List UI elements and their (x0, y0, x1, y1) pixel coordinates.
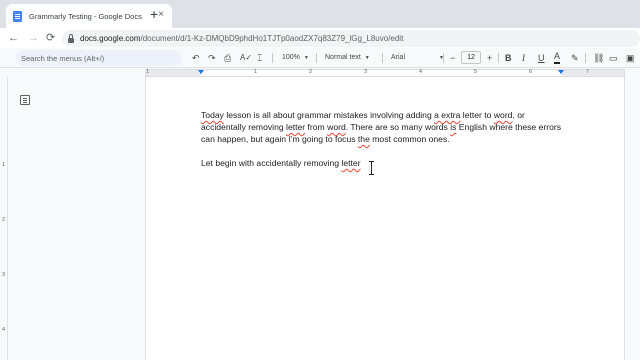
ruler-number: 2 (309, 69, 313, 75)
search-menus-placeholder: Search the menus (Alt+/) (21, 53, 105, 63)
toolbar-divider (585, 53, 586, 63)
chevron-down-icon: ▼ (364, 55, 370, 61)
paragraph-1[interactable]: Today lesson is all about grammar mistak… (201, 109, 571, 145)
text-cursor-icon (369, 161, 374, 175)
toolbar-divider (443, 53, 444, 63)
text-run: Let begin with accidentally removing (201, 158, 342, 168)
tab-title: Grammarly Testing - Google Docs (29, 11, 142, 21)
ruler-number: 3 (364, 69, 368, 75)
spelling-error-text[interactable]: word (327, 122, 346, 132)
text-run: from (305, 122, 328, 132)
text-run: lesson is all about grammar mistakes inv… (223, 110, 435, 120)
font-select[interactable]: Arial ▼ (391, 51, 444, 65)
font-size-input[interactable]: 12 (461, 51, 481, 64)
ruler-right-margin (561, 70, 624, 76)
increase-font-size-button[interactable]: + (487, 51, 492, 65)
ruler-number: 7 (586, 69, 590, 75)
url-path: /document/d/1-Kz-DMQbD9phdHo1TJTp0aodZX7… (140, 34, 404, 43)
zoom-select[interactable]: 100% ▼ (282, 51, 309, 65)
insert-image-icon[interactable]: ▣ (626, 51, 635, 65)
spelling-error-text[interactable]: the (358, 134, 370, 144)
ruler-number: 5 (474, 69, 478, 75)
zoom-value: 100% (282, 54, 300, 61)
toolbar-divider (316, 53, 317, 63)
paragraph-2[interactable]: Let begin with accidentally removing let… (201, 157, 571, 169)
style-select[interactable]: Normal text ▼ (325, 51, 370, 65)
horizontal-ruler[interactable]: 1 1 2 3 4 5 6 7 (145, 69, 625, 77)
print-icon[interactable]: ⎙ (224, 51, 231, 65)
add-comment-icon[interactable]: ▭ (609, 51, 618, 65)
undo-icon[interactable]: ↶ (192, 51, 200, 65)
ruler-number: 3 (2, 272, 6, 278)
underline-button[interactable]: U (538, 51, 545, 65)
close-icon[interactable]: × (158, 10, 164, 20)
left-indent-marker[interactable] (198, 70, 204, 74)
ruler-number: 4 (419, 69, 423, 75)
spelling-error-text[interactable]: letter (341, 158, 360, 168)
font-value: Arial (391, 54, 406, 61)
browser-navbar: ← → ⟳ docs.google.com/document/d/1-Kz-DM… (0, 28, 640, 48)
tab-strip: Grammarly Testing - Google Docs × + (0, 0, 640, 28)
forward-button[interactable]: → (28, 31, 39, 45)
right-indent-marker[interactable] (558, 70, 564, 74)
document-outline-icon[interactable] (20, 95, 30, 105)
bold-button[interactable]: B (505, 51, 512, 65)
decrease-font-size-button[interactable]: − (450, 51, 455, 65)
google-docs-icon (13, 10, 22, 22)
url-host: docs.google.com (80, 34, 141, 43)
toolbar-divider (498, 53, 499, 63)
insert-link-icon[interactable]: ⛓ (593, 51, 604, 65)
ruler-left-margin (146, 70, 201, 76)
paint-format-icon[interactable]: ⌶ (257, 51, 262, 65)
horizontal-ruler-row: 1 1 2 3 4 5 6 7 (0, 68, 640, 77)
text-run: letter to (460, 110, 494, 120)
docs-toolbar: Search the menus (Alt+/) ↶ ↷ ⎙ A✓ ⌶ 100%… (0, 48, 640, 68)
ruler-number: 4 (2, 327, 6, 333)
new-tab-button[interactable]: + (150, 7, 158, 21)
redo-icon[interactable]: ↷ (208, 51, 216, 65)
ruler-number: 6 (529, 69, 533, 75)
text-color-button[interactable]: A (554, 51, 561, 64)
browser-tab[interactable]: Grammarly Testing - Google Docs × (6, 4, 172, 28)
back-button[interactable]: ← (8, 31, 19, 45)
search-menus-input[interactable]: Search the menus (Alt+/) (16, 50, 182, 66)
document-page[interactable]: Today lesson is all about grammar mistak… (145, 77, 625, 360)
address-bar[interactable]: docs.google.com/document/d/1-Kz-DMQbD9ph… (62, 30, 640, 47)
italic-button[interactable]: I (522, 51, 525, 65)
spellcheck-icon[interactable]: A✓ (240, 51, 252, 65)
highlight-pen-icon[interactable]: ✎ (571, 51, 579, 65)
vertical-ruler[interactable]: 1 2 3 4 (0, 77, 8, 360)
spelling-error-text[interactable]: letter (286, 122, 305, 132)
url-text[interactable]: docs.google.com/document/d/1-Kz-DMQbD9ph… (80, 34, 403, 43)
ruler-number: 1 (2, 162, 6, 168)
lock-icon[interactable] (68, 33, 74, 43)
toolbar-divider (382, 53, 383, 63)
ruler-number: 1 (146, 69, 150, 75)
spelling-error-text[interactable]: Today (201, 110, 224, 120)
ruler-number: 1 (254, 69, 258, 75)
reload-button[interactable]: ⟳ (46, 31, 55, 45)
style-value: Normal text (325, 54, 361, 61)
spelling-error-text[interactable]: word (494, 110, 513, 120)
text-run: most common ones. (369, 134, 450, 144)
chevron-down-icon: ▼ (303, 55, 309, 61)
spelling-error-text[interactable]: a extra (434, 110, 460, 120)
toolbar-divider (272, 53, 273, 63)
ruler-number: 2 (2, 217, 6, 223)
text-run: . There are so many words (345, 122, 451, 132)
